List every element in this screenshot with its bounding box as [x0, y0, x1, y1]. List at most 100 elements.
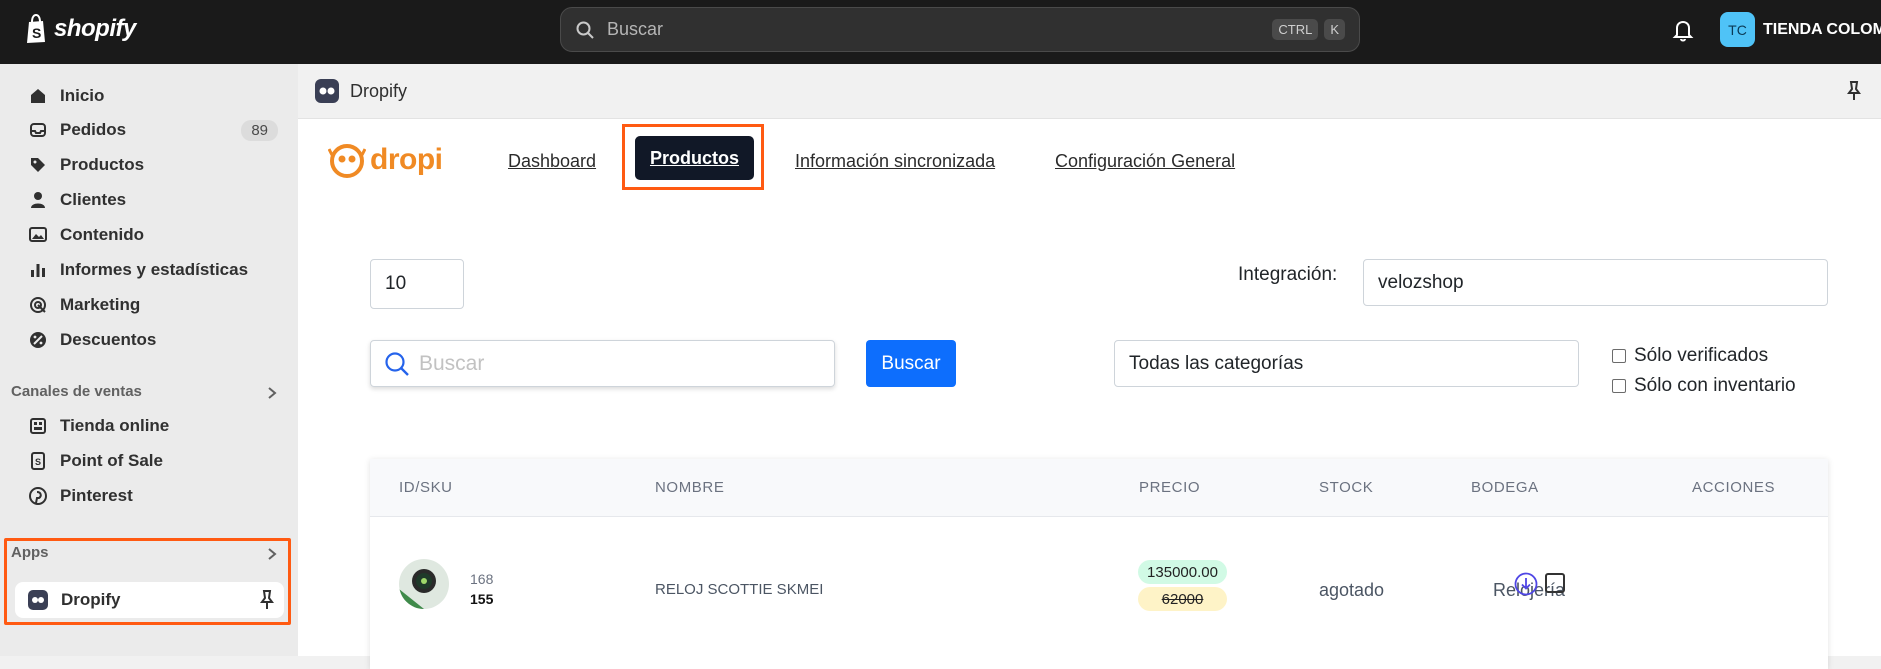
- checkbox[interactable]: [1612, 379, 1626, 393]
- dropi-wordmark: dropi: [370, 143, 443, 176]
- top-bar: S shopify Buscar CTRL K TC TIENDA COLOMB…: [0, 0, 1881, 64]
- sidebar-item-clientes[interactable]: Clientes: [14, 184, 284, 216]
- shortcut-k: K: [1324, 19, 1345, 40]
- sidebar-item-label: Marketing: [60, 295, 141, 314]
- column-header-warehouse: BODEGA: [1471, 479, 1539, 496]
- row-select-checkbox[interactable]: [1545, 573, 1565, 593]
- sidebar-item-label: Point of Sale: [60, 451, 163, 470]
- products-table: ID/SKU NOMBRE PRECIO STOCK BODEGA ACCION…: [370, 459, 1828, 669]
- download-icon[interactable]: [1514, 572, 1538, 596]
- only-verified-checkbox[interactable]: Sólo verificados: [1612, 345, 1768, 367]
- product-search-input[interactable]: [419, 351, 819, 376]
- product-search[interactable]: [370, 340, 835, 387]
- chevron-right-icon[interactable]: [266, 386, 278, 400]
- search-button[interactable]: Buscar: [866, 340, 956, 387]
- product-sku: 155: [470, 591, 494, 607]
- sidebar-item-contenido[interactable]: Contenido: [14, 219, 284, 251]
- only-inventory-label: Sólo con inventario: [1634, 375, 1796, 396]
- channel-point-of-sale[interactable]: S Point of Sale: [14, 445, 284, 477]
- shortcut-ctrl: CTRL: [1272, 19, 1319, 40]
- svg-text:S: S: [32, 25, 41, 41]
- checkbox[interactable]: [1612, 349, 1626, 363]
- shopify-logo[interactable]: S shopify: [24, 14, 136, 44]
- shopify-bag-icon: S: [27, 14, 45, 43]
- orders-count-badge: 89: [241, 119, 278, 141]
- global-search[interactable]: Buscar CTRL K: [560, 7, 1360, 52]
- inbox-icon: [30, 123, 46, 137]
- dropify-app-icon: [28, 590, 48, 610]
- only-inventory-checkbox[interactable]: Sólo con inventario: [1612, 375, 1796, 397]
- sidebar-item-label: Productos: [60, 155, 145, 174]
- discount-icon: [30, 332, 46, 348]
- sidebar-item-inicio[interactable]: Inicio: [14, 80, 284, 112]
- channel-tienda-online[interactable]: Tienda online: [14, 410, 284, 442]
- sidebar-item-label: Descuentos: [60, 330, 157, 349]
- sidebar-item-label: Clientes: [60, 190, 127, 209]
- tab-dashboard[interactable]: Dashboard: [508, 151, 596, 172]
- product-name: RELOJ SCOTTIE SKMEI: [655, 581, 824, 598]
- product-old-price: 62000: [1138, 587, 1227, 611]
- sidebar-item-label: Pinterest: [60, 486, 133, 505]
- product-price: 135000.00: [1138, 560, 1227, 584]
- search-icon: [576, 21, 594, 39]
- app-header: Dropify: [298, 64, 1881, 119]
- bell-icon[interactable]: [1670, 17, 1696, 43]
- avatar: TC: [1720, 12, 1755, 47]
- only-verified-label: Sólo verificados: [1634, 345, 1769, 366]
- watch-image: [399, 559, 449, 609]
- app-title: Dropify: [350, 80, 408, 101]
- product-thumbnail: [399, 559, 449, 609]
- sidebar-item-productos[interactable]: Productos: [14, 149, 284, 181]
- store-menu[interactable]: TC TIENDA COLOMBIA: [1720, 12, 1881, 47]
- channel-pinterest[interactable]: Pinterest: [14, 480, 284, 512]
- column-header-name: NOMBRE: [655, 479, 725, 496]
- target-icon: [30, 297, 46, 313]
- dropify-app-icon: [315, 79, 339, 103]
- bar-chart-icon: [31, 264, 45, 277]
- brand-name: shopify: [54, 15, 136, 42]
- search-icon: [385, 351, 409, 376]
- sidebar-item-pedidos[interactable]: Pedidos 89: [14, 114, 284, 146]
- sidebar-item-label: Tienda online: [60, 416, 170, 435]
- sidebar-item-label: Informes y estadísticas: [60, 260, 249, 279]
- product-stock: agotado: [1319, 580, 1385, 600]
- sidebar-item-label: Dropify: [61, 590, 121, 609]
- tab-informacion-sincronizada[interactable]: Información sincronizada: [795, 151, 995, 172]
- sidebar-item-informes[interactable]: Informes y estadísticas: [14, 254, 284, 286]
- sidebar-item-descuentos[interactable]: Descuentos: [14, 324, 284, 356]
- page-size-select[interactable]: 10: [370, 259, 464, 309]
- chevron-right-icon[interactable]: [266, 547, 278, 561]
- category-select[interactable]: Todas las categorías: [1114, 340, 1579, 387]
- svg-text:S: S: [35, 457, 41, 467]
- image-icon: [29, 227, 47, 242]
- person-icon: [31, 192, 45, 208]
- sidebar-item-label: Pedidos: [60, 120, 127, 139]
- dropi-mascot-icon: [328, 144, 366, 178]
- sales-channels-label[interactable]: Canales de ventas: [11, 383, 142, 400]
- column-header-price: PRECIO: [1139, 479, 1201, 496]
- store-name: TIENDA COLOMBIA: [1763, 20, 1881, 38]
- product-id: 168: [470, 571, 494, 587]
- column-header-actions: ACCIONES: [1692, 479, 1776, 496]
- pos-icon: S: [31, 452, 45, 470]
- global-search-placeholder: Buscar: [607, 19, 664, 39]
- table-header: ID/SKU NOMBRE PRECIO STOCK BODEGA ACCION…: [370, 459, 1828, 517]
- store-icon: [30, 418, 46, 434]
- apps-label[interactable]: Apps: [11, 544, 49, 561]
- app-content: dropi Dashboard Productos Información si…: [298, 119, 1881, 669]
- sidebar-item-marketing[interactable]: Marketing: [14, 289, 284, 321]
- pinterest-icon: [29, 487, 47, 505]
- dropi-logo[interactable]: dropi: [328, 141, 443, 179]
- pin-icon[interactable]: [1844, 80, 1864, 102]
- integration-field[interactable]: velozshop: [1363, 259, 1828, 306]
- column-header-id: ID/SKU: [399, 479, 453, 496]
- pin-icon[interactable]: [257, 589, 277, 611]
- integration-label: Integración:: [1238, 264, 1338, 285]
- tab-configuracion-general[interactable]: Configuración General: [1055, 151, 1235, 172]
- sidebar-item-dropify[interactable]: Dropify: [15, 582, 284, 618]
- home-icon: [31, 89, 45, 103]
- sidebar-item-label: Inicio: [60, 86, 105, 105]
- column-header-stock: STOCK: [1319, 479, 1374, 496]
- sidebar-item-label: Contenido: [60, 225, 145, 244]
- tab-productos[interactable]: Productos: [635, 136, 754, 180]
